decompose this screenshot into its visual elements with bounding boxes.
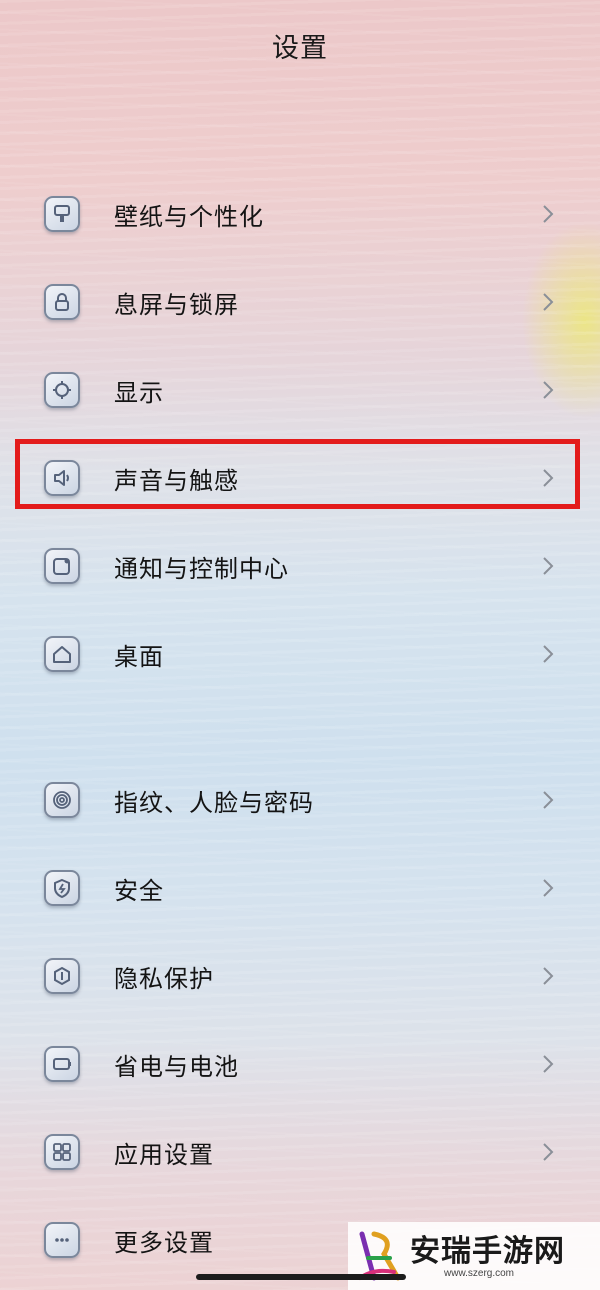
settings-item-lockscreen[interactable]: 息屏与锁屏 [0, 258, 600, 346]
settings-item-battery[interactable]: 省电与电池 [0, 1020, 600, 1108]
chevron-right-icon [543, 557, 554, 575]
settings-item-privacy[interactable]: 隐私保护 [0, 932, 600, 1020]
settings-item-label: 显示 [114, 378, 164, 407]
lock-icon [44, 284, 80, 320]
display-brightness-icon [44, 372, 80, 408]
chevron-right-icon [543, 381, 554, 399]
settings-item-notifications[interactable]: 通知与控制中心 [0, 522, 600, 610]
watermark-url: www.szerg.com [444, 1268, 515, 1279]
settings-item-label: 息屏与锁屏 [114, 290, 239, 319]
home-icon [44, 636, 80, 672]
chevron-right-icon [543, 645, 554, 663]
settings-item-label: 桌面 [114, 642, 164, 671]
settings-item-label: 壁纸与个性化 [114, 202, 264, 231]
settings-item-security[interactable]: 安全 [0, 844, 600, 932]
settings-item-label: 安全 [114, 876, 164, 905]
settings-item-label: 通知与控制中心 [114, 554, 289, 583]
page-title: 设置 [272, 33, 328, 64]
home-indicator[interactable] [196, 1274, 406, 1280]
chevron-right-icon [543, 1143, 554, 1161]
battery-icon [44, 1046, 80, 1082]
settings-item-apps[interactable]: 应用设置 [0, 1108, 600, 1196]
chevron-right-icon [543, 293, 554, 311]
settings-item-biometrics[interactable]: 指纹、人脸与密码 [0, 756, 600, 844]
wallpaper-icon [44, 196, 80, 232]
watermark-name: 安瑞手游网 [410, 1234, 565, 1269]
apps-grid-icon [44, 1134, 80, 1170]
privacy-icon [44, 958, 80, 994]
settings-item-label: 更多设置 [114, 1228, 214, 1257]
chevron-right-icon [543, 879, 554, 897]
settings-item-desktop[interactable]: 桌面 [0, 610, 600, 698]
highlight-box [15, 439, 580, 509]
settings-item-display[interactable]: 显示 [0, 346, 600, 434]
chevron-right-icon [543, 791, 554, 809]
chevron-right-icon [543, 205, 554, 223]
chevron-right-icon [543, 967, 554, 985]
notification-icon [44, 548, 80, 584]
chevron-right-icon [543, 1055, 554, 1073]
settings-item-label: 应用设置 [114, 1140, 214, 1169]
fingerprint-icon [44, 782, 80, 818]
settings-item-label: 指纹、人脸与密码 [114, 788, 314, 817]
shield-icon [44, 870, 80, 906]
settings-item-wallpaper[interactable]: 壁纸与个性化 [0, 170, 600, 258]
more-dots-icon [44, 1222, 80, 1258]
settings-item-label: 省电与电池 [114, 1052, 239, 1081]
settings-item-label: 隐私保护 [114, 964, 214, 993]
